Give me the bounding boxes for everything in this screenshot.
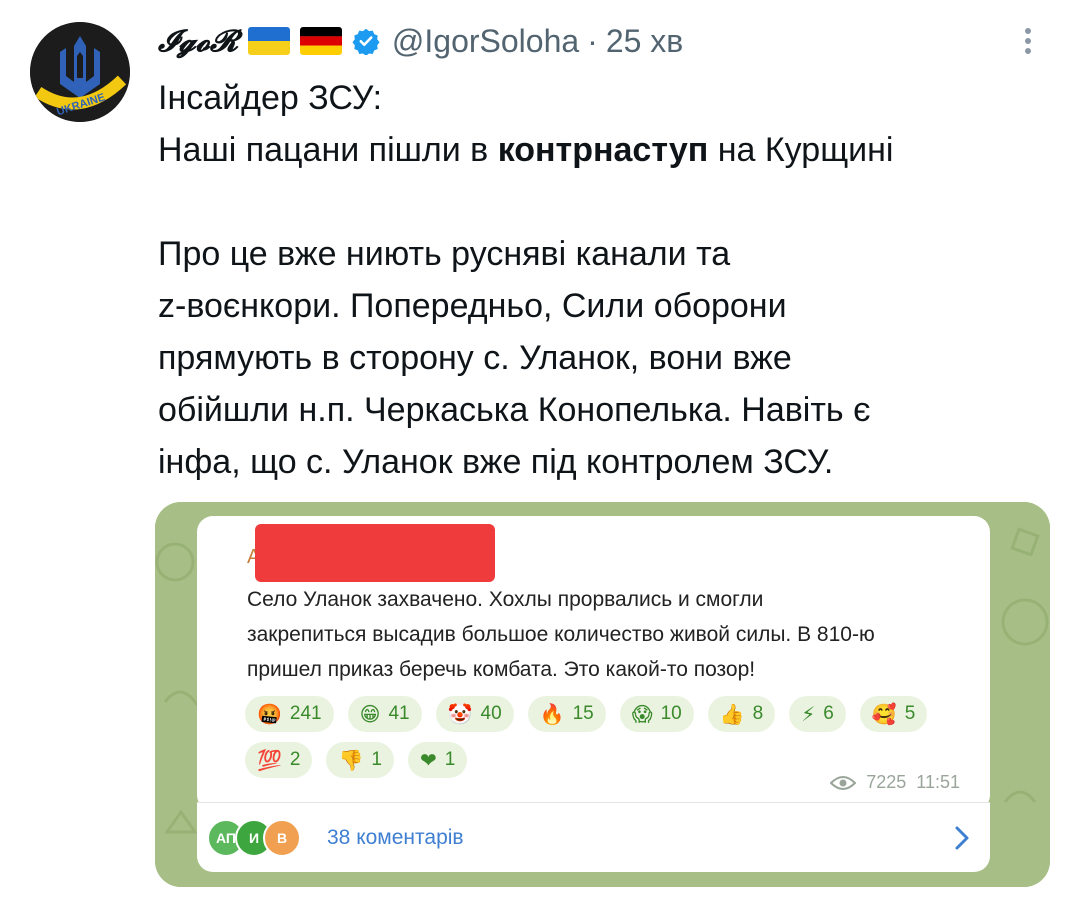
reaction-chip[interactable]: 🔥 15 bbox=[527, 696, 606, 732]
message-text: Село Уланок захвачено. Хохлы прорвались … bbox=[247, 582, 1007, 687]
eye-icon bbox=[830, 775, 857, 791]
tweet-text-segment: на Курщині bbox=[708, 131, 894, 169]
reaction-count: 6 bbox=[823, 703, 834, 724]
commenter-avatar: В bbox=[263, 818, 301, 857]
comments-bar[interactable]: АП И В 38 коментарів bbox=[197, 802, 990, 872]
reaction-chip[interactable]: 😱 10 bbox=[619, 696, 694, 732]
tweet-body: Інсайдер ЗСУ: Наші пацани пішли в контрн… bbox=[158, 72, 1058, 488]
reaction-emoji: 😁 bbox=[359, 702, 381, 726]
reaction-chip[interactable]: 👎 1 bbox=[326, 742, 394, 778]
reaction-count: 241 bbox=[289, 703, 322, 724]
tweet-line: Наші пацани пішли в контрнаступ на Курщи… bbox=[158, 124, 1058, 176]
message-line: закрепиться высадив большое количество ж… bbox=[247, 623, 875, 646]
tweet-media-image[interactable]: A Село Уланок захвачено. Хохлы прорвалис… bbox=[155, 502, 1050, 887]
reaction-emoji: ⚡ bbox=[801, 702, 816, 726]
tweet-line-empty bbox=[158, 176, 1058, 228]
reaction-chip[interactable]: 👍 8 bbox=[707, 696, 776, 732]
germany-flag-icon bbox=[299, 27, 342, 55]
reaction-chip[interactable]: 🤡 40 bbox=[435, 696, 514, 732]
reaction-chip[interactable]: 🤬 241 bbox=[245, 696, 334, 732]
reaction-emoji: 👍 bbox=[719, 702, 745, 726]
separator-dot: · bbox=[587, 22, 598, 59]
reaction-count: 1 bbox=[371, 749, 382, 770]
reaction-emoji: 🔥 bbox=[539, 702, 565, 726]
reaction-count: 40 bbox=[480, 703, 502, 724]
tweet-line: Інсайдер ЗСУ: bbox=[158, 79, 383, 117]
tweet-line: прямують в сторону с. Уланок, вони вже bbox=[158, 339, 792, 377]
reaction-emoji: 🥰 bbox=[871, 702, 897, 726]
reaction-chip[interactable]: ❤ 1 bbox=[407, 742, 468, 778]
tweet-line: z-воєнкори. Попередньо, Сили оборони bbox=[158, 287, 787, 325]
author-avatar[interactable]: UKRAINE bbox=[30, 22, 130, 122]
commenter-avatars: АП И В bbox=[207, 818, 301, 857]
tweet-text-segment: Наші пацани пішли в bbox=[158, 131, 498, 169]
reaction-chip[interactable]: 💯 2 bbox=[245, 742, 313, 778]
reaction-count: 15 bbox=[572, 703, 594, 724]
reaction-emoji: 🤬 bbox=[257, 702, 282, 726]
reaction-count: 2 bbox=[289, 749, 301, 770]
message-meta: 7225 11:51 bbox=[830, 772, 960, 793]
verified-badge-icon bbox=[352, 27, 380, 55]
message-time: 11:51 bbox=[916, 772, 960, 792]
message-line: Село Уланок захвачено. Хохлы прорвались … bbox=[247, 588, 764, 611]
reaction-emoji: 😱 bbox=[631, 702, 653, 726]
reaction-count: 1 bbox=[444, 749, 456, 770]
reaction-emoji: 🤡 bbox=[447, 702, 473, 726]
ukraine-flag-icon bbox=[247, 27, 290, 55]
message-line: пришел приказ беречь комбата. Это какой-… bbox=[247, 658, 756, 681]
reaction-count: 41 bbox=[388, 703, 410, 724]
reaction-chip[interactable]: 😁 41 bbox=[347, 696, 422, 732]
tweet-text-bold: контрнаступ bbox=[497, 131, 709, 169]
reaction-emoji: 💯 bbox=[257, 748, 282, 772]
reaction-chip[interactable]: ⚡ 6 bbox=[789, 696, 846, 732]
author-name[interactable]: 𝓘𝓰𝓸𝓡 bbox=[158, 24, 238, 59]
tweet-line: інфа, що с. Уланок вже під контролем ЗСУ… bbox=[158, 443, 834, 481]
tweet-time[interactable]: 25 хв bbox=[606, 23, 683, 60]
tweet-line: Про це вже ниють русняві канали та bbox=[158, 235, 731, 273]
author-handle[interactable]: @IgorSoloha bbox=[392, 23, 579, 60]
reaction-count: 8 bbox=[752, 703, 764, 724]
reactions-row: 🤬 241 😁 41 🤡 40 🔥 15 😱 10 👍 8 ⚡ 6 🥰 5 bbox=[245, 696, 1005, 732]
reaction-count: 10 bbox=[660, 703, 682, 724]
comments-link[interactable]: 38 коментарів bbox=[327, 826, 464, 850]
view-count: 7225 bbox=[866, 772, 907, 792]
tweet-line: обійшли н.п. Черкаська Конопелька. Навіт… bbox=[158, 391, 871, 429]
redaction-mark bbox=[255, 524, 495, 582]
chevron-right-icon[interactable] bbox=[954, 825, 970, 851]
reaction-emoji: 👎 bbox=[338, 748, 364, 772]
reaction-emoji: ❤ bbox=[419, 748, 437, 772]
channel-message-bubble: A Село Уланок захвачено. Хохлы прорвалис… bbox=[197, 516, 990, 811]
more-vertical-icon[interactable] bbox=[1016, 24, 1040, 64]
tweet-header: 𝓘𝓰𝓸𝓡 @IgorSoloha · 25 хв bbox=[158, 18, 683, 64]
reaction-chip[interactable]: 🥰 5 bbox=[859, 696, 928, 732]
reaction-count: 5 bbox=[904, 703, 916, 724]
